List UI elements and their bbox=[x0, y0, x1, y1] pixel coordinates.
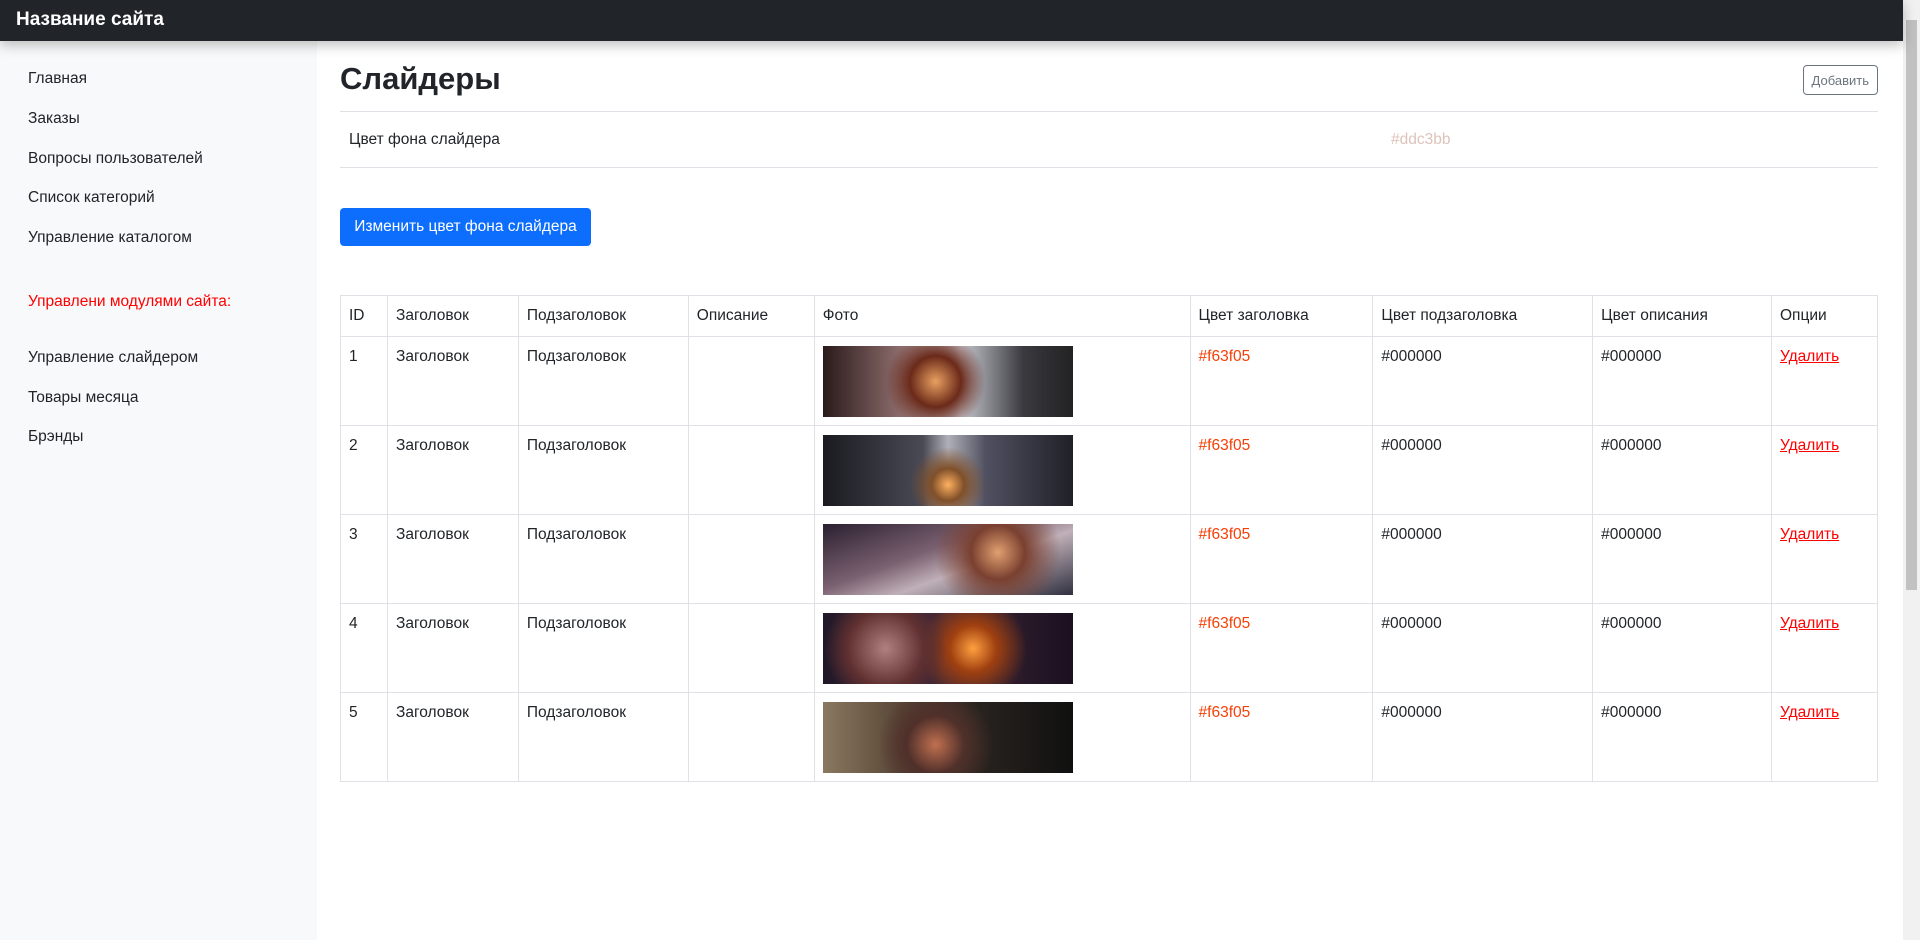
header-options: Опции bbox=[1771, 295, 1878, 337]
cell-title: Заголовок bbox=[386, 692, 519, 782]
header-photo: Фото bbox=[813, 295, 1191, 337]
cell-title-color: #f63f05 bbox=[1189, 692, 1374, 782]
delete-link[interactable]: Удалить bbox=[1780, 615, 1839, 632]
cell-options: Удалить bbox=[1771, 425, 1878, 515]
cell-options: Удалить bbox=[1771, 603, 1878, 693]
cell-desc-color: #000000 bbox=[1592, 336, 1772, 426]
header-subtitle: Подзаголовок bbox=[517, 295, 689, 337]
table-row: 2 Заголовок Подзаголовок #f63f05 #000000 #000… bbox=[340, 425, 1878, 515]
cell-title-color: #f63f05 bbox=[1189, 425, 1374, 515]
cell-subtitle: Подзаголовок bbox=[517, 692, 689, 782]
cell-title: Заголовок bbox=[386, 514, 519, 604]
delete-link[interactable]: Удалить bbox=[1780, 704, 1839, 721]
cell-subtitle-color: #000000 bbox=[1372, 692, 1594, 782]
sliders-table: ID Заголовок Подзаголовок Описание Фото … bbox=[340, 295, 1878, 782]
cell-title-color: #f63f05 bbox=[1189, 514, 1374, 604]
cell-subtitle-color: #000000 bbox=[1372, 603, 1594, 693]
cell-desc-color: #000000 bbox=[1592, 514, 1772, 604]
cell-subtitle: Подзаголовок bbox=[517, 514, 689, 604]
cell-desc-color: #000000 bbox=[1592, 425, 1772, 515]
site-brand[interactable]: Название сайта bbox=[16, 9, 164, 31]
sidebar-item-brands[interactable]: Брэнды bbox=[28, 428, 83, 446]
cell-description bbox=[687, 514, 815, 604]
cell-desc-color: #000000 bbox=[1592, 603, 1772, 693]
cell-photo bbox=[813, 603, 1191, 693]
cell-id: 5 bbox=[340, 692, 388, 782]
cell-description bbox=[687, 692, 815, 782]
add-button[interactable]: Добавить bbox=[1802, 65, 1878, 95]
page-title: Слайдеры bbox=[340, 61, 501, 96]
header-id: ID bbox=[340, 295, 388, 337]
cell-title-color: #f63f05 bbox=[1189, 603, 1374, 693]
cell-subtitle-color: #000000 bbox=[1372, 425, 1594, 515]
slide-photo bbox=[822, 435, 1073, 506]
sidebar-item-user-questions[interactable]: Вопросы пользователей bbox=[28, 150, 203, 168]
delete-link[interactable]: Удалить bbox=[1780, 348, 1839, 365]
cell-id: 1 bbox=[340, 336, 388, 426]
change-bg-color-button[interactable]: Изменить цвет фона слайдера bbox=[340, 208, 591, 246]
table-row: 5 Заголовок Подзаголовок #f63f05 #000000 #000… bbox=[340, 692, 1878, 782]
sidebar-item-categories[interactable]: Список категорий bbox=[28, 189, 155, 207]
slide-photo bbox=[822, 346, 1073, 417]
slide-photo bbox=[822, 702, 1073, 773]
cell-description bbox=[687, 603, 815, 693]
cell-description bbox=[687, 336, 815, 426]
bg-color-label: Цвет фона слайдера bbox=[349, 131, 500, 148]
page-scrollbar[interactable] bbox=[1903, 0, 1920, 940]
cell-id: 3 bbox=[340, 514, 388, 604]
bg-color-value: #ddc3bb bbox=[1391, 131, 1451, 148]
cell-subtitle-color: #000000 bbox=[1372, 336, 1594, 426]
cell-options: Удалить bbox=[1771, 336, 1878, 426]
table-header-row: ID Заголовок Подзаголовок Описание Фото … bbox=[340, 295, 1878, 337]
delete-link[interactable]: Удалить bbox=[1780, 526, 1839, 543]
cell-options: Удалить bbox=[1771, 514, 1878, 604]
delete-link[interactable]: Удалить bbox=[1780, 437, 1839, 454]
cell-title: Заголовок bbox=[386, 425, 519, 515]
sidebar-item-month-products[interactable]: Товары месяца bbox=[28, 389, 139, 407]
sidebar: Главная Заказы Вопросы пользователей Спи… bbox=[0, 41, 317, 940]
cell-photo bbox=[813, 425, 1191, 515]
cell-id: 4 bbox=[340, 603, 388, 693]
cell-description bbox=[687, 425, 815, 515]
cell-photo bbox=[813, 692, 1191, 782]
sidebar-item-slider[interactable]: Управление слайдером bbox=[28, 349, 198, 367]
sidebar-item-catalog[interactable]: Управление каталогом bbox=[28, 229, 192, 247]
cell-title: Заголовок bbox=[386, 603, 519, 693]
header-description: Описание bbox=[687, 295, 815, 337]
cell-title-color: #f63f05 bbox=[1189, 336, 1374, 426]
header-subtitle-color: Цвет подзаголовка bbox=[1372, 295, 1594, 337]
header-title: Заголовок bbox=[386, 295, 519, 337]
slide-photo bbox=[822, 524, 1073, 595]
scrollbar-thumb[interactable] bbox=[1906, 20, 1917, 590]
cell-subtitle: Подзаголовок bbox=[517, 425, 689, 515]
cell-subtitle: Подзаголовок bbox=[517, 336, 689, 426]
cell-photo bbox=[813, 336, 1191, 426]
table-row: 3 Заголовок Подзаголовок #f63f05 #000000 #000… bbox=[340, 514, 1878, 604]
table-row: 1 Заголовок Подзаголовок #f63f05 #000000 #000… bbox=[340, 336, 1878, 426]
cell-desc-color: #000000 bbox=[1592, 692, 1772, 782]
table-row: 4 Заголовок Подзаголовок #f63f05 #000000 #000… bbox=[340, 603, 1878, 693]
cell-id: 2 bbox=[340, 425, 388, 515]
cell-title: Заголовок bbox=[386, 336, 519, 426]
cell-photo bbox=[813, 514, 1191, 604]
slide-photo bbox=[822, 613, 1073, 684]
top-navbar: Название сайта bbox=[0, 0, 1903, 41]
header-desc-color: Цвет описания bbox=[1592, 295, 1772, 337]
cell-subtitle: Подзаголовок bbox=[517, 603, 689, 693]
header-title-color: Цвет заголовка bbox=[1189, 295, 1374, 337]
slider-bg-color-row: Цвет фона слайдера #ddc3bb bbox=[340, 112, 1878, 168]
sidebar-item-orders[interactable]: Заказы bbox=[28, 110, 80, 128]
cell-options: Удалить bbox=[1771, 692, 1878, 782]
sidebar-section-heading: Управлени модулями сайта: bbox=[28, 293, 232, 310]
sidebar-item-home[interactable]: Главная bbox=[28, 70, 87, 88]
cell-subtitle-color: #000000 bbox=[1372, 514, 1594, 604]
